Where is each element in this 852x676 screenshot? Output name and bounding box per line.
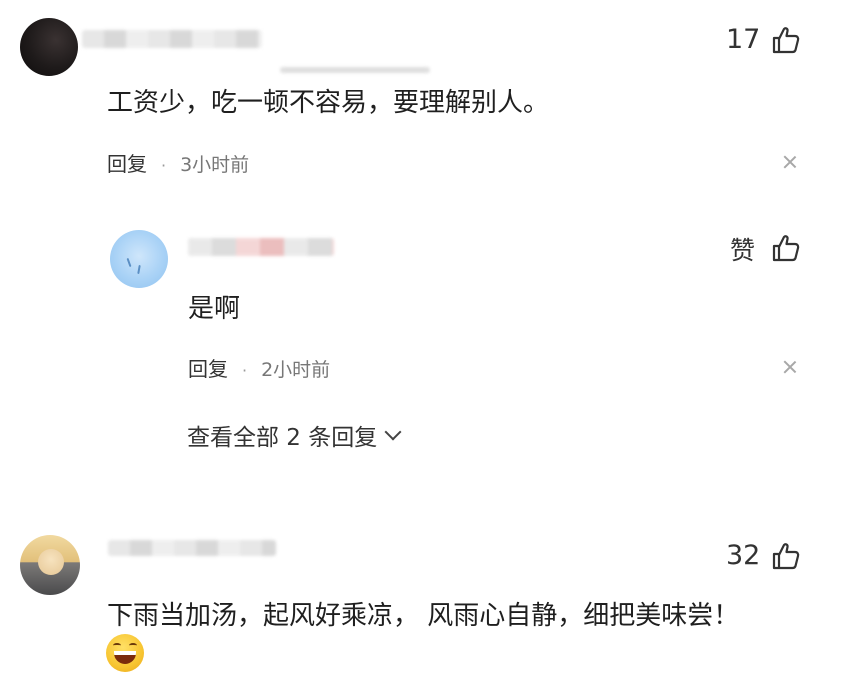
blurred-username [82,30,262,48]
reply-text: 是啊 [188,294,241,324]
like-count: 17 [726,24,761,55]
close-icon[interactable] [783,360,797,374]
view-all-replies-label: 查看全部 2 条回复 [187,425,378,451]
thumbs-up-icon[interactable] [771,25,801,55]
view-all-replies-button[interactable]: 查看全部 2 条回复 [187,418,402,452]
reply-button[interactable]: 回复 [107,152,147,176]
blurred-username-fragment [280,67,430,73]
comment-text: 下雨当加汤，起风好乘凉， 风雨心自静，细把美味尝！ [107,601,740,631]
comment-meta: 回复 · 3小时前 [107,148,249,177]
separator-dot: · [161,156,167,175]
thumbs-up-icon[interactable] [771,541,801,571]
grinning-squinting-face-emoji [106,634,144,672]
comment-text: 工资少，吃一顿不容易，要理解别人。 [107,88,550,118]
thumbs-up-icon[interactable] [771,233,801,263]
close-icon[interactable] [783,155,797,169]
reply-meta: 回复 · 2小时前 [188,353,330,382]
reply-user-avatar[interactable] [110,230,168,288]
like-count: 32 [726,540,761,571]
blurred-username [188,238,334,256]
timestamp: 2小时前 [261,359,331,381]
reply-button[interactable]: 回复 [188,357,228,381]
like-label: 赞 [730,236,756,265]
separator-dot: · [242,361,248,380]
chevron-down-icon [384,423,402,441]
user-avatar[interactable] [20,535,80,595]
blurred-username [108,540,276,556]
user-avatar[interactable] [20,18,78,76]
timestamp: 3小时前 [180,154,250,176]
